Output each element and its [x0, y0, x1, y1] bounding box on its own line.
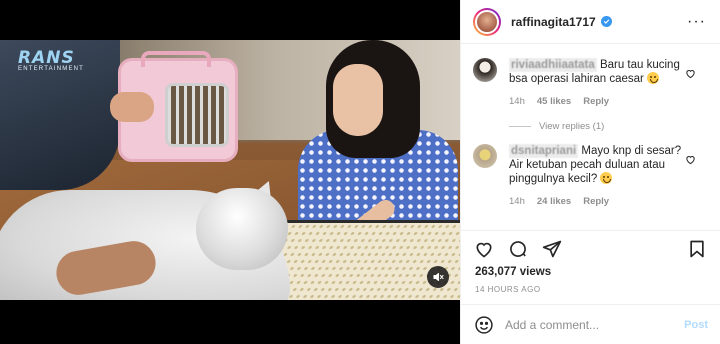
commenter-username[interactable]: riviaadhiiaatata	[509, 58, 597, 72]
video-hand	[110, 92, 154, 122]
watermark-logo: RANS	[18, 48, 75, 68]
more-options-icon[interactable]: ···	[687, 13, 706, 29]
action-bar	[461, 230, 720, 266]
commenter-username[interactable]: dsnitapriani	[509, 144, 579, 158]
post-timestamp[interactable]: 14 HOURS AGO	[461, 282, 720, 304]
heart-icon[interactable]	[473, 238, 495, 260]
heart-outline-icon[interactable]	[685, 152, 696, 170]
comment-input[interactable]	[505, 317, 685, 332]
comment-icon[interactable]	[507, 238, 529, 260]
view-replies-label: View replies (1)	[539, 121, 605, 132]
speaker-muted-icon[interactable]	[427, 266, 449, 288]
view-count[interactable]: 263,077 views	[461, 266, 720, 282]
bookmark-icon[interactable]	[686, 238, 708, 260]
instagram-post: RANS ENTERTAINMENT raffinagita1717 ··· r…	[0, 0, 720, 344]
comment-item: riviaadhiiaatata Baru tau kucing bsa ope…	[473, 58, 706, 109]
comments-list: riviaadhiiaatata Baru tau kucing bsa ope…	[461, 44, 720, 230]
post-username[interactable]: raffinagita1717	[511, 15, 596, 29]
video-cat-head	[196, 188, 288, 270]
heart-outline-icon[interactable]	[685, 66, 696, 84]
reply-button[interactable]: Reply	[583, 95, 609, 109]
grinning-sweat-emoji	[600, 172, 613, 184]
post-sidebar: raffinagita1717 ··· riviaadhiiaatata Bar…	[460, 0, 720, 344]
media-panel: RANS ENTERTAINMENT	[0, 0, 460, 344]
commenter-avatar[interactable]	[473, 144, 497, 168]
view-replies-button[interactable]: View replies (1)	[509, 121, 706, 132]
video-watermark: RANS ENTERTAINMENT	[18, 48, 84, 72]
verified-badge-icon	[600, 16, 612, 27]
avatar[interactable]	[473, 7, 501, 36]
comment-composer: Post	[461, 304, 720, 344]
commenter-avatar[interactable]	[473, 58, 497, 82]
video-player[interactable]	[0, 40, 460, 300]
comment-time[interactable]: 14h	[509, 195, 525, 209]
watermark-subtitle: ENTERTAINMENT	[18, 66, 85, 72]
paper-plane-icon[interactable]	[541, 238, 563, 260]
post-button[interactable]: Post	[684, 319, 708, 331]
smiley-icon[interactable]	[473, 314, 495, 336]
video-woman-face	[333, 64, 383, 136]
sad-face-emoji	[647, 72, 660, 84]
comment-time[interactable]: 14h	[509, 95, 525, 109]
comment-likes[interactable]: 24 likes	[537, 195, 571, 209]
post-header: raffinagita1717 ···	[461, 0, 720, 44]
comment-item: dsnitapriani Mayo knp di sesar? Air ketu…	[473, 144, 706, 209]
reply-button[interactable]: Reply	[583, 195, 609, 209]
comment-likes[interactable]: 45 likes	[537, 95, 571, 109]
